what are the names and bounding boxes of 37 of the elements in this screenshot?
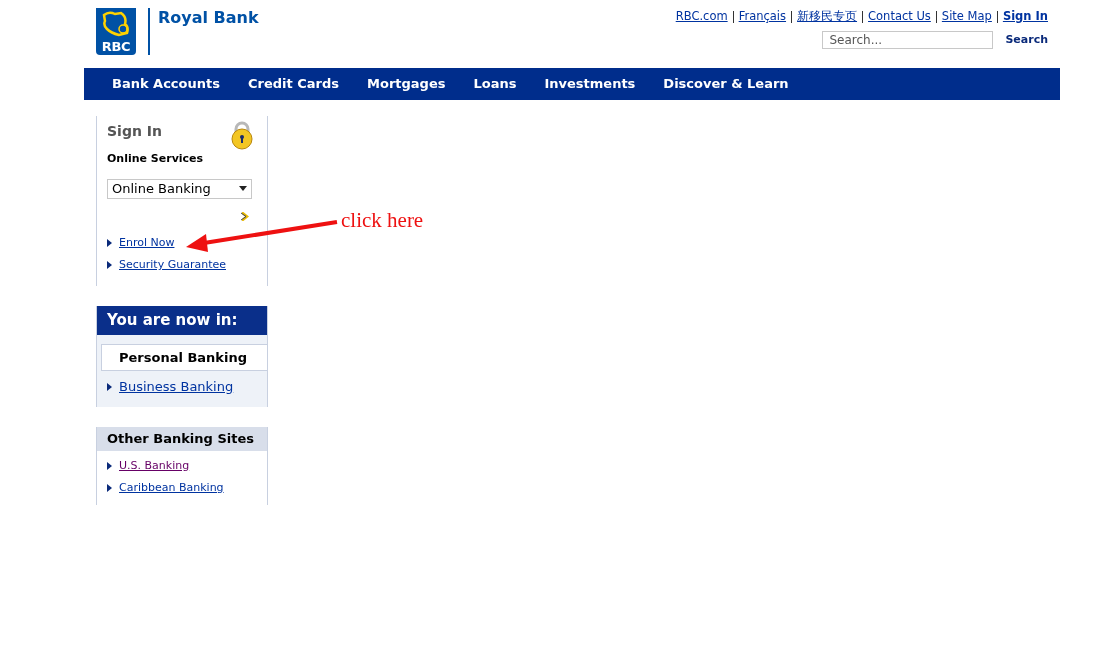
header-link[interactable]: Contact Us — [868, 8, 931, 26]
search-button[interactable]: Search — [1005, 32, 1048, 49]
nav-link[interactable]: Bank Accounts — [98, 74, 234, 94]
header-link[interactable]: Sign In — [1002, 8, 1048, 26]
header-link[interactable]: Site Map — [941, 8, 992, 26]
triangle-icon — [107, 238, 112, 247]
panel-header: Other Banking Sites — [97, 427, 267, 451]
site-link[interactable]: Caribbean Banking — [119, 479, 224, 496]
nav-link[interactable]: Discover & Learn — [649, 74, 803, 94]
section-link[interactable]: Business Banking — [119, 376, 234, 397]
triangle-icon — [107, 483, 112, 492]
nav-link[interactable]: Investments — [530, 74, 650, 94]
site-link[interactable]: U.S. Banking — [119, 458, 190, 475]
panel-link[interactable]: Security Guarantee — [119, 257, 226, 274]
nav-link[interactable]: Loans — [459, 74, 531, 94]
padlock-icon — [228, 120, 256, 150]
chevron-icon[interactable] — [241, 211, 249, 221]
brand-name: Royal Bank — [158, 8, 259, 28]
nav-link[interactable]: Credit Cards — [234, 74, 354, 94]
header-link[interactable]: RBC.com — [675, 8, 728, 26]
logo[interactable]: RBC — [96, 8, 136, 55]
logo-text: RBC — [101, 40, 131, 53]
panel-header: You are now in: — [97, 306, 267, 335]
triangle-icon — [107, 462, 112, 471]
panel-subtitle: Online Services — [107, 151, 205, 167]
annotation-text: click here — [341, 207, 424, 234]
triangle-icon — [107, 261, 112, 270]
selected-item[interactable]: Personal Banking — [101, 344, 267, 371]
panel-link[interactable]: Enrol Now — [119, 234, 175, 251]
caret-icon — [239, 186, 247, 191]
search-field[interactable]: Search... — [822, 31, 994, 50]
nav-link[interactable]: Mortgages — [353, 74, 460, 94]
service-select[interactable]: Online Banking — [107, 178, 252, 199]
panel-title: Sign In — [107, 122, 162, 141]
header-link[interactable]: Français — [738, 8, 787, 26]
triangle-icon — [107, 382, 112, 391]
header-link[interactable]: 新移民专页 — [797, 8, 858, 26]
